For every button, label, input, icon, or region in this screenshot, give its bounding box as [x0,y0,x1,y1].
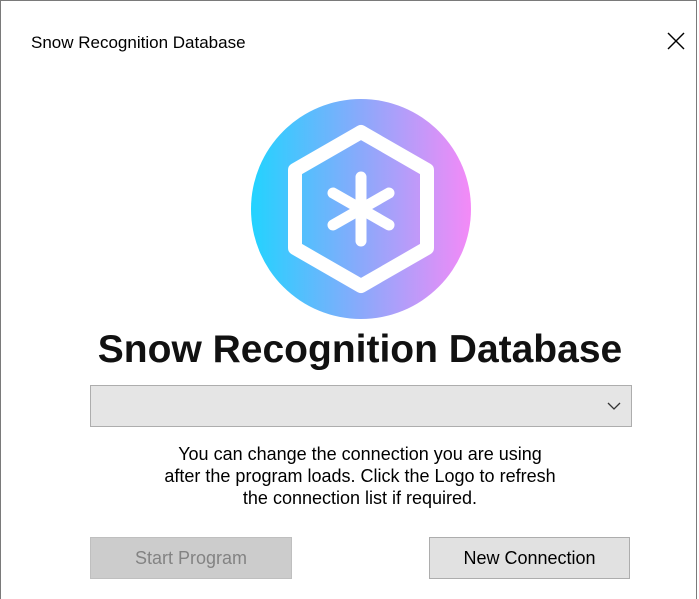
close-button[interactable] [653,19,699,63]
logo-refresh-button[interactable] [251,99,471,319]
connection-select[interactable] [90,385,632,427]
snowflake-hexagon-logo-icon [251,99,471,319]
window-title: Snow Recognition Database [31,33,246,52]
info-line: after the program loads. Click the Logo … [164,466,556,486]
close-icon [667,32,685,50]
new-connection-button[interactable]: New Connection [429,537,630,579]
info-line: the connection list if required. [242,488,478,508]
dialog-window: Snow Recognition Database Snow Recogniti… [0,0,697,599]
start-program-button[interactable]: Start Program [90,537,292,579]
info-text: You can change the connection you are us… [1,443,699,509]
chevron-down-icon [607,402,621,410]
info-line: You can change the connection you are us… [178,444,542,464]
app-title: Snow Recognition Database [97,328,623,371]
